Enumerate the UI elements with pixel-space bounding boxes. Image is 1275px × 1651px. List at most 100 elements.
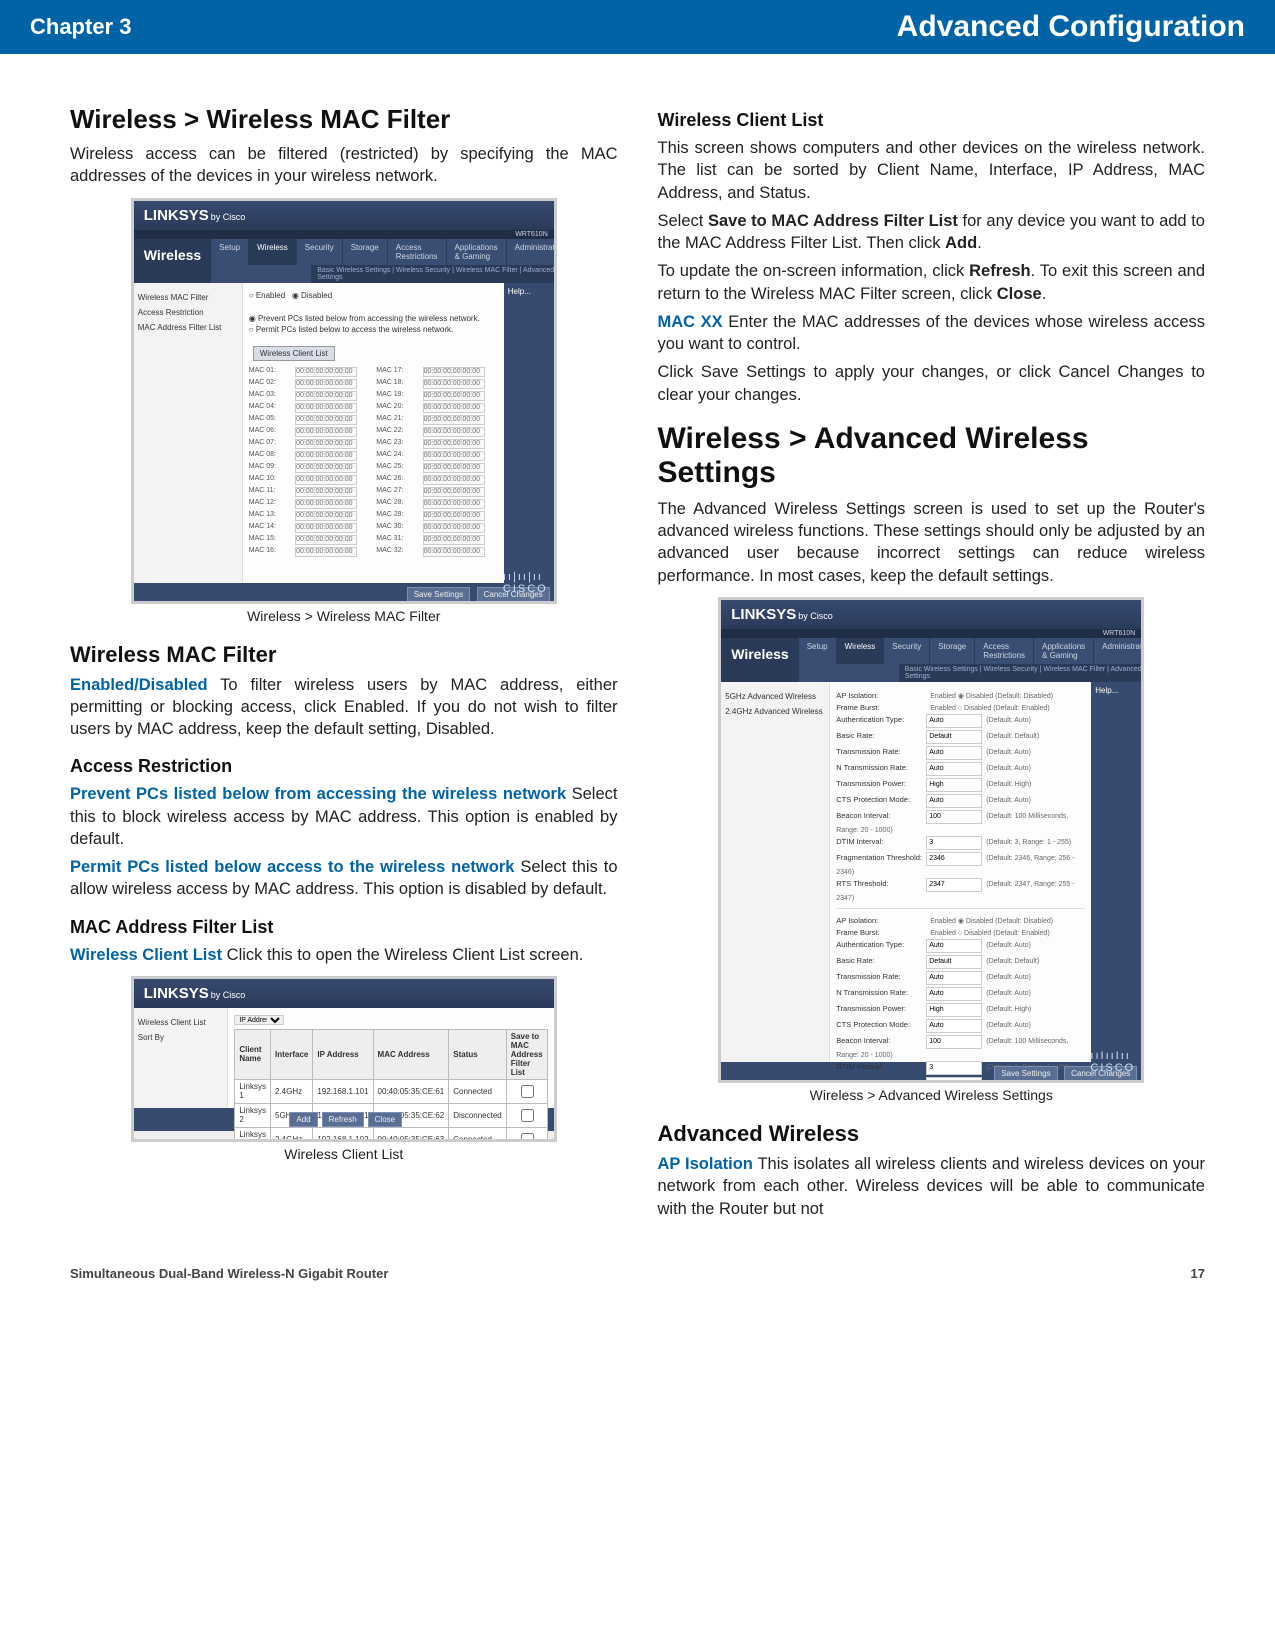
mac-input[interactable] [423, 475, 485, 485]
radio-prevent-label: Prevent PCs listed below from accessing … [258, 314, 480, 323]
router-tab-storage[interactable]: Storage [343, 239, 388, 265]
adv-setting-input[interactable] [926, 1003, 982, 1017]
adv-setting-input[interactable] [926, 1061, 982, 1075]
mac-input[interactable] [295, 403, 357, 413]
mac-label: MAC 26: [376, 475, 416, 485]
adv-setting-row: Authentication Type:(Default: Auto) [836, 714, 1085, 728]
mac-input[interactable] [423, 391, 485, 401]
adv-setting-input[interactable] [926, 1019, 982, 1033]
adv-setting-input[interactable] [926, 878, 982, 892]
mac-label: MAC 14: [249, 523, 289, 533]
adv-setting-input[interactable] [926, 939, 982, 953]
prevent-row: ◉ Prevent PCs listed below from accessin… [249, 314, 498, 323]
mac-input[interactable] [423, 415, 485, 425]
mac-input[interactable] [295, 523, 357, 533]
save-to-list-checkbox[interactable] [521, 1085, 534, 1098]
save-to-list-checkbox[interactable] [521, 1109, 534, 1122]
router-tab-setup[interactable]: Setup [211, 239, 249, 265]
apiso-label: AP Isolation [658, 1155, 753, 1173]
sort-select[interactable]: IP Address [234, 1015, 284, 1025]
mac-input[interactable] [423, 523, 485, 533]
permit-paragraph: Permit PCs listed below access to the wi… [70, 856, 618, 901]
close-button[interactable]: Close [368, 1112, 402, 1127]
mac-input[interactable] [295, 379, 357, 389]
adv-setting-label: Authentication Type: [836, 715, 926, 724]
adv-setting-input[interactable] [926, 714, 982, 728]
wireless-client-list-button[interactable]: Wireless Client List [253, 346, 335, 361]
save-settings-button[interactable]: Save Settings [407, 587, 470, 602]
adv-setting-input[interactable] [926, 955, 982, 969]
wcl-p2a: Select [658, 212, 709, 230]
save-settings-button-3[interactable]: Save Settings [994, 1066, 1057, 1081]
router-subnav-3: Basic Wireless Settings | Wireless Secur… [899, 664, 1145, 682]
mac-input[interactable] [423, 463, 485, 473]
router-tab-security[interactable]: Security [297, 239, 343, 265]
adv-setting-input[interactable] [926, 810, 982, 824]
adv-setting-input[interactable] [926, 971, 982, 985]
save-to-list-checkbox[interactable] [521, 1133, 534, 1142]
mac-input[interactable] [423, 439, 485, 449]
mac-input[interactable] [295, 499, 357, 509]
router-tab-setup[interactable]: Setup [799, 638, 837, 664]
router-tab-security[interactable]: Security [884, 638, 930, 664]
mac-input[interactable] [423, 403, 485, 413]
adv-setting-input[interactable] [926, 852, 982, 866]
mac-input[interactable] [423, 451, 485, 461]
mac-input[interactable] [423, 427, 485, 437]
help-link-3[interactable]: Help... [1091, 682, 1141, 699]
mac-input[interactable] [295, 547, 357, 557]
mac-input[interactable] [423, 499, 485, 509]
mac-input[interactable] [295, 427, 357, 437]
add-button[interactable]: Add [289, 1112, 317, 1127]
router-tab-applications-gaming[interactable]: Applications & Gaming [1034, 638, 1094, 664]
adv-setting-input[interactable] [926, 794, 982, 808]
adv-setting-note: (Default: Auto) [986, 797, 1031, 804]
mac-input[interactable] [295, 463, 357, 473]
mac-input[interactable] [423, 511, 485, 521]
mac-input[interactable] [423, 487, 485, 497]
help-link[interactable]: Help... [504, 283, 554, 300]
adv-panel-main: AP Isolation:Enabled ◉ Disabled (Default… [830, 682, 1091, 1062]
mac-input[interactable] [295, 367, 357, 377]
client-table-header: Save to MAC Address Filter List [506, 1029, 547, 1079]
mac-input[interactable] [295, 487, 357, 497]
adv-setting-input[interactable] [926, 1035, 982, 1049]
router-tab-wireless[interactable]: Wireless [837, 638, 885, 664]
router-tab-applications-gaming[interactable]: Applications & Gaming [447, 239, 507, 265]
router-tab-wireless[interactable]: Wireless [249, 239, 297, 265]
adv-setting-input[interactable] [926, 730, 982, 744]
mac-input[interactable] [423, 379, 485, 389]
router-tab-access-restrictions[interactable]: Access Restrictions [975, 638, 1034, 664]
adv-setting-input[interactable] [926, 836, 982, 850]
mac-label: MAC 17: [376, 367, 416, 377]
mac-input[interactable] [295, 535, 357, 545]
router-tab-storage[interactable]: Storage [930, 638, 975, 664]
router-tab-access-restrictions[interactable]: Access Restrictions [388, 239, 447, 265]
router-tab-administration[interactable]: Administration [507, 239, 557, 265]
wcl-p2: Select Save to MAC Address Filter List f… [658, 210, 1206, 255]
router-panel-left: Wireless MAC FilterAccess RestrictionMAC… [134, 283, 243, 583]
mac-input[interactable] [295, 475, 357, 485]
mac-input[interactable] [423, 367, 485, 377]
mac-input[interactable] [423, 547, 485, 557]
adv-setting-input[interactable] [926, 778, 982, 792]
adv-setting-row: Transmission Power:(Default: High) [836, 778, 1085, 792]
router-tab-administration[interactable]: Administration [1094, 638, 1144, 664]
nav-side-label: Wireless [134, 239, 211, 283]
mac-label: MAC 08: [249, 451, 289, 461]
adv-setting-input[interactable] [926, 987, 982, 1001]
prevent-label-blue: Prevent PCs listed below from accessing … [70, 785, 566, 803]
mac-input[interactable] [295, 439, 357, 449]
refresh-button[interactable]: Refresh [322, 1112, 364, 1127]
mac-input[interactable] [295, 415, 357, 425]
mac-input[interactable] [295, 451, 357, 461]
adv-setting-input[interactable] [926, 746, 982, 760]
mac-label: MAC 16: [249, 547, 289, 557]
mac-input[interactable] [423, 535, 485, 545]
adv-setting-input[interactable] [926, 762, 982, 776]
adv-setting-row: Transmission Power:(Default: High) [836, 1003, 1085, 1017]
mac-label: MAC 10: [249, 475, 289, 485]
mac-input[interactable] [295, 511, 357, 521]
wcl-p3d: Close [997, 285, 1042, 303]
mac-input[interactable] [295, 391, 357, 401]
